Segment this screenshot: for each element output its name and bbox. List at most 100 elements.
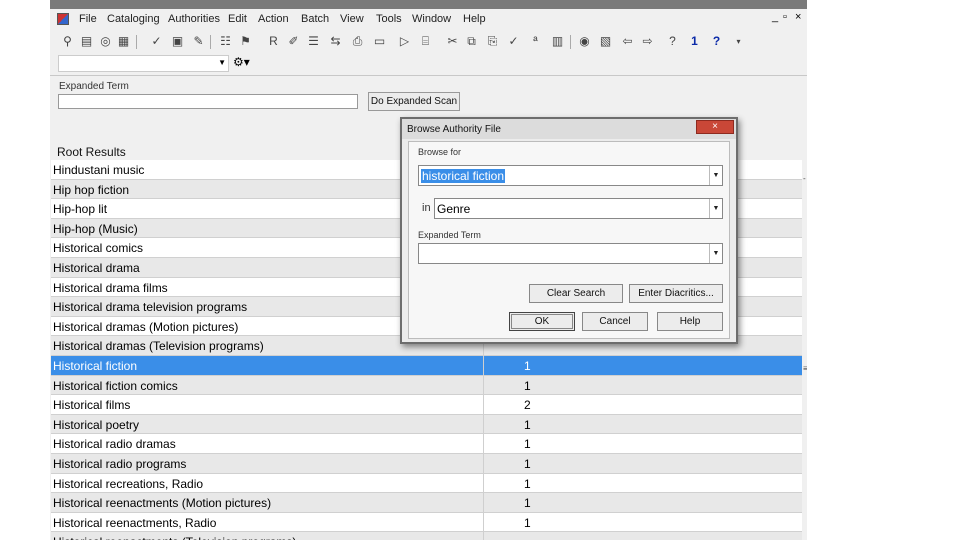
column-divider bbox=[483, 375, 484, 395]
term-cell: Historical drama bbox=[53, 260, 140, 275]
table-row[interactable]: Historical reenactments (Motion pictures… bbox=[51, 493, 802, 513]
send-icon[interactable]: ▷ bbox=[397, 34, 412, 49]
column-divider bbox=[483, 532, 484, 540]
dialog-expanded-term-label: Expanded Term bbox=[418, 230, 481, 240]
menu-tools[interactable]: Tools bbox=[376, 13, 402, 25]
table-row-selected[interactable]: Historical fiction 1 bbox=[51, 355, 802, 376]
flag-icon[interactable]: ⇨ bbox=[640, 34, 655, 49]
enter-diacritics-button[interactable]: Enter Diacritics... bbox=[629, 284, 723, 303]
record-icon[interactable]: ▭ bbox=[372, 34, 387, 49]
term-cell: Historical reenactments (Television prog… bbox=[53, 535, 296, 540]
authority-icon[interactable]: ▦ bbox=[116, 34, 131, 49]
term-cell: Historical dramas (Motion pictures) bbox=[53, 319, 239, 334]
column-divider bbox=[483, 395, 484, 414]
list-icon[interactable]: ☰ bbox=[306, 34, 321, 49]
help-index-icon[interactable]: 1 bbox=[687, 34, 702, 49]
reformat-icon[interactable]: ⚑ bbox=[238, 34, 253, 49]
menu-action[interactable]: Action bbox=[258, 13, 289, 25]
macro-icon[interactable]: ⚙▾ bbox=[233, 55, 250, 69]
term-cell: Historical radio dramas bbox=[53, 437, 176, 452]
table-row[interactable]: Historical fiction comics 1 bbox=[51, 375, 802, 396]
in-label: in bbox=[422, 202, 431, 214]
cut-icon[interactable]: ✂ bbox=[445, 34, 460, 49]
ok-button[interactable]: OK bbox=[509, 312, 575, 331]
count-cell: 1 bbox=[524, 476, 531, 491]
clear-search-button[interactable]: Clear Search bbox=[529, 284, 623, 303]
spell-icon[interactable]: ✓ bbox=[506, 34, 521, 49]
print-icon[interactable]: ⎙ bbox=[350, 34, 365, 49]
validate-icon[interactable]: ✓ bbox=[149, 34, 164, 49]
scroll-marker-icon: - bbox=[803, 174, 806, 183]
count-cell: 1 bbox=[524, 378, 531, 393]
table-row[interactable]: Historical films 2 bbox=[51, 395, 802, 415]
constant-data-icon[interactable]: ▥ bbox=[550, 34, 565, 49]
term-cell: Historical reenactments (Motion pictures… bbox=[53, 496, 272, 511]
table-row[interactable]: Historical poetry 1 bbox=[51, 414, 802, 435]
binoculars-icon[interactable]: ◎ bbox=[98, 34, 113, 49]
control-headings-icon[interactable]: ▣ bbox=[170, 34, 185, 49]
toolbar-overflow-icon[interactable]: ▾ bbox=[731, 34, 746, 49]
send-icon[interactable]: ⇦ bbox=[620, 34, 635, 49]
dialog-body: Browse for historical fiction ▼ in Genre… bbox=[408, 141, 730, 339]
chevron-down-icon[interactable]: ▼ bbox=[709, 244, 722, 263]
term-cell: Historical drama television programs bbox=[53, 300, 248, 315]
term-cell: Historical radio programs bbox=[53, 456, 187, 471]
help-icon[interactable]: ? bbox=[709, 34, 724, 49]
table-row[interactable]: Historical radio dramas 1 bbox=[51, 434, 802, 454]
text-icon[interactable]: ✐ bbox=[286, 34, 301, 49]
table-row[interactable]: Historical radio programs 1 bbox=[51, 453, 802, 474]
browse-for-combo[interactable]: historical fiction ▼ bbox=[418, 165, 723, 186]
abc-icon[interactable]: ª bbox=[528, 34, 543, 49]
record-icon[interactable]: ◉ bbox=[577, 34, 592, 49]
menu-view[interactable]: View bbox=[340, 13, 364, 25]
help-button[interactable]: Help bbox=[657, 312, 723, 331]
term-cell: Historical fiction comics bbox=[53, 378, 178, 393]
count-cell: 1 bbox=[524, 456, 531, 471]
menu-edit[interactable]: Edit bbox=[228, 13, 247, 25]
term-cell: Historical films bbox=[53, 398, 131, 413]
edit-icon[interactable]: ✎ bbox=[191, 34, 206, 49]
chevron-down-icon[interactable]: ▼ bbox=[709, 166, 722, 185]
term-cell: Hindustani music bbox=[53, 163, 145, 177]
expanded-term-input[interactable] bbox=[58, 94, 358, 109]
index-combo[interactable]: Genre ▼ bbox=[434, 198, 723, 219]
browse-icon[interactable]: ▤ bbox=[79, 34, 94, 49]
menu-cataloging[interactable]: Cataloging bbox=[107, 13, 160, 25]
paste-icon[interactable]: ⎘ bbox=[485, 34, 500, 49]
menu-file[interactable]: File bbox=[79, 13, 97, 25]
print-icon[interactable]: ⌸ bbox=[418, 34, 433, 49]
command-combo[interactable]: ▼ bbox=[58, 55, 229, 72]
chevron-down-icon[interactable]: ▼ bbox=[709, 199, 722, 218]
toolbar: ⚲ ▤ ◎ ▦ ✓ ▣ ✎ ☷ ⚑ R ✐ ☰ ⇆ ⎙ ▭ ▷ ⌸ ✂ ⧉ ⎘ … bbox=[50, 31, 807, 53]
report-icon[interactable]: ☷ bbox=[218, 34, 233, 49]
dialog-close-button[interactable]: × bbox=[696, 120, 734, 134]
term-cell: Hip-hop (Music) bbox=[53, 221, 138, 236]
book-icon[interactable]: ▧ bbox=[598, 34, 613, 49]
restore-button[interactable]: ▫ bbox=[783, 11, 787, 23]
column-divider bbox=[483, 493, 484, 512]
chevron-down-icon: ▼ bbox=[218, 58, 226, 67]
table-row[interactable]: Historical reenactments (Television prog… bbox=[51, 532, 802, 540]
export-icon[interactable]: ⇆ bbox=[328, 34, 343, 49]
column-divider bbox=[483, 512, 484, 532]
minimize-button[interactable]: _ bbox=[772, 11, 778, 23]
insert-icon[interactable]: R bbox=[266, 34, 281, 49]
menu-batch[interactable]: Batch bbox=[301, 13, 329, 25]
toolbar-separator bbox=[210, 35, 211, 49]
do-expanded-scan-button[interactable]: Do Expanded Scan bbox=[368, 92, 460, 111]
close-button[interactable]: × bbox=[795, 11, 801, 23]
table-row[interactable]: Historical reenactments, Radio 1 bbox=[51, 512, 802, 533]
menu-window[interactable]: Window bbox=[412, 13, 451, 25]
dialog-expanded-term-combo[interactable]: ▼ bbox=[418, 243, 723, 264]
cancel-button[interactable]: Cancel bbox=[582, 312, 648, 331]
browse-for-value: historical fiction bbox=[421, 169, 506, 183]
dialog-title: Browse Authority File bbox=[407, 124, 501, 135]
count-cell: 1 bbox=[524, 417, 531, 432]
app-icon[interactable] bbox=[57, 13, 69, 25]
table-row[interactable]: Historical recreations, Radio 1 bbox=[51, 473, 802, 494]
copy-icon[interactable]: ⧉ bbox=[464, 34, 479, 49]
query-icon[interactable]: ? bbox=[665, 34, 680, 49]
menu-authorities[interactable]: Authorities bbox=[168, 13, 220, 25]
lookup-icon[interactable]: ⚲ bbox=[60, 34, 75, 49]
menu-help[interactable]: Help bbox=[463, 13, 486, 25]
